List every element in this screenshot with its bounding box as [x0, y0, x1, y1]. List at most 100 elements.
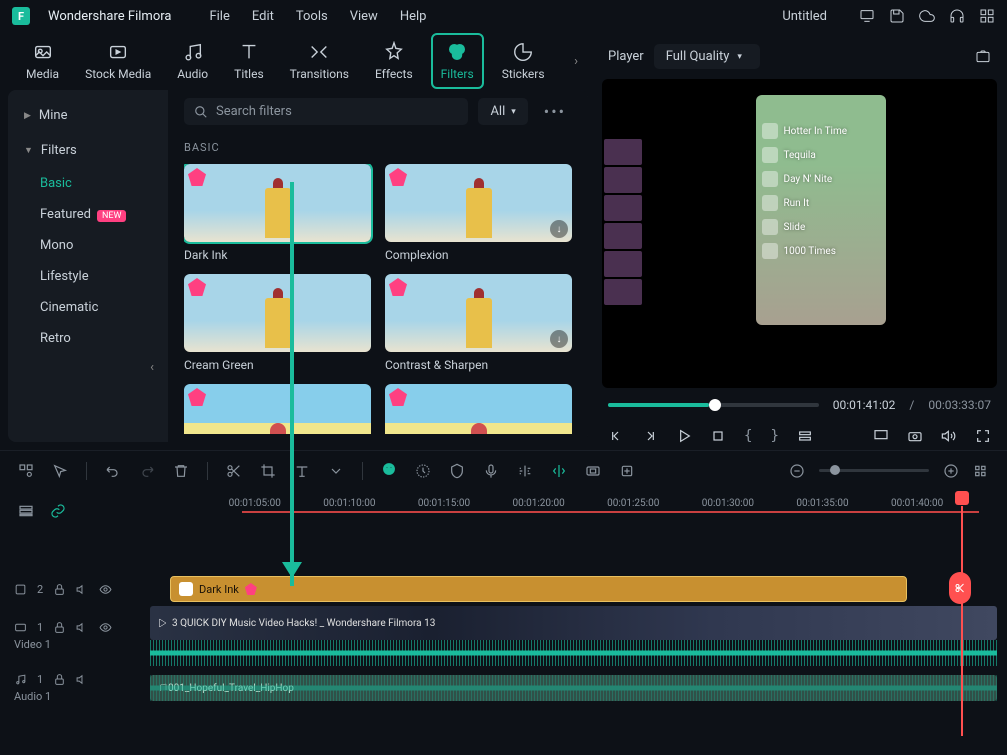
mic-icon[interactable]	[483, 463, 499, 479]
pointer-icon[interactable]	[52, 463, 68, 479]
player-title: Player	[608, 49, 644, 64]
playhead-cut[interactable]	[949, 572, 971, 604]
shield-icon[interactable]	[449, 463, 465, 479]
sidebar-item-mine[interactable]: ▶Mine	[8, 98, 168, 133]
audio-wave[interactable]	[150, 675, 997, 701]
sidebar-sub-mono[interactable]: Mono	[8, 230, 168, 261]
snapshot-icon[interactable]	[975, 49, 991, 65]
premium-gem-icon	[188, 388, 206, 406]
tab-titles[interactable]: Titles	[226, 35, 271, 87]
speed-icon[interactable]	[415, 463, 431, 479]
app-name: Wondershare Filmora	[48, 9, 171, 24]
step-back-icon[interactable]	[642, 428, 658, 444]
more-tools-icon[interactable]	[328, 463, 344, 479]
fullscreen-icon[interactable]	[975, 428, 991, 444]
download-icon[interactable]: ↓	[550, 220, 568, 238]
play-icon[interactable]	[676, 428, 692, 444]
timeline-view-icon[interactable]	[973, 463, 989, 479]
sidebar-sub-basic[interactable]: Basic	[8, 168, 168, 199]
split-screen-icon[interactable]	[551, 463, 567, 479]
sidebar-item-filters[interactable]: ▼Filters	[8, 133, 168, 168]
zoom-slider[interactable]	[819, 469, 929, 472]
zoom-in-icon[interactable]	[943, 463, 959, 479]
playhead[interactable]	[955, 491, 969, 505]
tab-effects[interactable]: Effects	[367, 35, 421, 87]
audio-tool-icon[interactable]	[517, 463, 533, 479]
sidebar-collapse[interactable]: ‹	[8, 354, 168, 381]
project-title[interactable]: Untitled	[782, 9, 827, 24]
mute-icon[interactable]	[76, 673, 89, 686]
text-tool-icon[interactable]	[294, 463, 310, 479]
undo-icon[interactable]	[105, 463, 121, 479]
tab-transitions[interactable]: Transitions	[282, 35, 357, 87]
video-audio-wave[interactable]	[150, 640, 997, 666]
marker-out[interactable]: }	[770, 428, 778, 444]
prev-frame-icon[interactable]	[608, 428, 624, 444]
sidebar-sub-featured[interactable]: FeaturedNEW	[8, 199, 168, 230]
tab-audio[interactable]: Audio	[169, 35, 216, 87]
link-icon[interactable]	[50, 503, 66, 519]
markers-dropdown-icon[interactable]	[797, 428, 813, 444]
filter-card-Complexion[interactable]: ↓Complexion	[385, 164, 572, 262]
marker-tool-icon[interactable]	[619, 463, 635, 479]
mute-icon[interactable]	[76, 621, 89, 634]
ruler-tick: 00:01:25:00	[607, 498, 659, 509]
tab-stock[interactable]: Stock Media	[77, 35, 159, 87]
display-icon[interactable]	[873, 428, 889, 444]
filter-card-5[interactable]	[385, 384, 572, 434]
search-input[interactable]: Search filters	[184, 98, 468, 125]
menu-edit[interactable]: Edit	[252, 9, 274, 24]
keyframe-icon[interactable]	[585, 463, 601, 479]
track-manager-icon[interactable]	[18, 503, 34, 519]
video-track-icon	[14, 621, 27, 634]
tab-media[interactable]: Media	[18, 35, 67, 87]
monitor-icon[interactable]	[859, 8, 875, 24]
lock-icon[interactable]	[53, 673, 66, 686]
zoom-out-icon[interactable]	[789, 463, 805, 479]
volume-icon[interactable]	[941, 428, 957, 444]
filter-card-Cream Green[interactable]: Cream Green	[184, 274, 371, 372]
sidebar-sub-retro[interactable]: Retro	[8, 323, 168, 354]
delete-icon[interactable]	[173, 463, 189, 479]
tab-filters[interactable]: Filters	[431, 33, 484, 89]
save-icon[interactable]	[889, 8, 905, 24]
filter-scope-dropdown[interactable]: All▾	[478, 98, 527, 125]
more-menu[interactable]: •••	[538, 102, 572, 121]
lock-icon[interactable]	[53, 583, 66, 596]
cloud-icon[interactable]	[919, 8, 935, 24]
stop-icon[interactable]	[710, 428, 726, 444]
marker-in[interactable]: {	[744, 428, 752, 444]
sidebar-sub-cinematic[interactable]: Cinematic	[8, 292, 168, 323]
menu-file[interactable]: File	[209, 9, 229, 24]
tabs-scroll-right[interactable]: ›	[574, 54, 578, 69]
preview-list-item: Slide	[762, 219, 880, 235]
download-icon[interactable]: ↓	[550, 330, 568, 348]
filter-clip[interactable]: Dark Ink	[170, 576, 907, 602]
crop-icon[interactable]	[260, 463, 276, 479]
playback-progress[interactable]	[608, 403, 819, 407]
menu-help[interactable]: Help	[400, 9, 427, 24]
mute-icon[interactable]	[76, 583, 89, 596]
audio-track-icon	[14, 673, 27, 686]
apps-icon[interactable]	[979, 8, 995, 24]
ai-icon[interactable]	[381, 461, 397, 477]
headphones-icon[interactable]	[949, 8, 965, 24]
menu-tools[interactable]: Tools	[296, 9, 328, 24]
video-clip[interactable]: 3 QUICK DIY Music Video Hacks! _ Wonders…	[150, 606, 997, 640]
menu-view[interactable]: View	[350, 9, 378, 24]
preview-monitor[interactable]: Hotter In TimeTequilaDay N' NiteRun ItSl…	[602, 79, 997, 388]
filter-card-4[interactable]	[184, 384, 371, 434]
camera-icon[interactable]	[907, 428, 923, 444]
filter-card-Dark Ink[interactable]: Dark Ink	[184, 164, 371, 262]
cut-icon[interactable]	[226, 463, 242, 479]
eye-icon[interactable]	[99, 621, 112, 634]
redo-icon[interactable]	[139, 463, 155, 479]
lock-icon[interactable]	[53, 621, 66, 634]
layout-icon[interactable]	[18, 463, 34, 479]
tab-stickers[interactable]: Stickers	[494, 35, 553, 87]
quality-dropdown[interactable]: Full Quality▾	[654, 44, 760, 69]
premium-gem-icon	[389, 388, 407, 406]
filter-card-Contrast & Sharpen[interactable]: ↓Contrast & Sharpen	[385, 274, 572, 372]
eye-icon[interactable]	[99, 583, 112, 596]
sidebar-sub-lifestyle[interactable]: Lifestyle	[8, 261, 168, 292]
